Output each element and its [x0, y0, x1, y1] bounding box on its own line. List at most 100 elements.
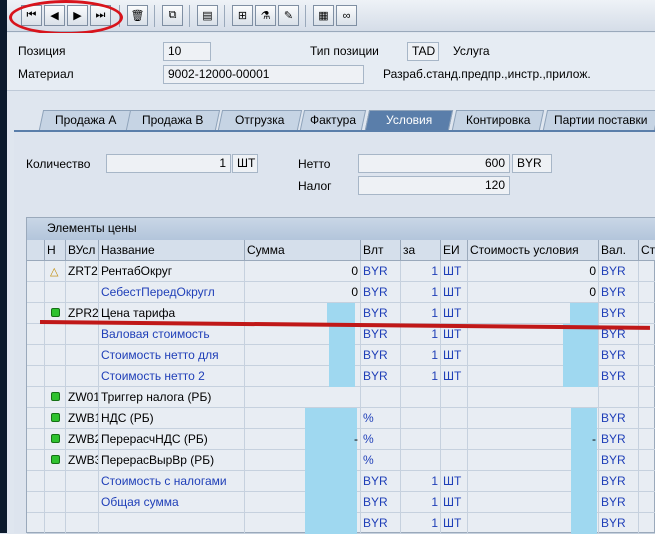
calculate-button[interactable]: ▦ [313, 5, 334, 26]
vcurr-cell: BYR [599, 261, 639, 282]
copy-button[interactable]: ⧉ [162, 5, 183, 26]
tab-label: Контировка [465, 113, 531, 127]
grid-title: Элементы цены [27, 218, 655, 240]
item-type-description: Услуга [453, 44, 490, 58]
column-header-amount[interactable]: Сумма [245, 240, 361, 261]
row-selector[interactable] [27, 366, 45, 387]
column-header-selector[interactable] [27, 240, 45, 261]
quantity-unit-field[interactable]: ШТ [232, 154, 258, 173]
hierarchy-button[interactable]: ⊞ [232, 5, 253, 26]
column-header-condition-value[interactable]: Стоимость условия [468, 240, 599, 261]
net-label: Нетто [298, 157, 331, 171]
window-left-edge [0, 0, 7, 533]
hierarchy-icon: ⊞ [237, 10, 248, 22]
row-selector[interactable] [27, 513, 45, 534]
uom-cell: ШТ [441, 492, 468, 513]
per-cell [401, 387, 441, 408]
uom-cell: ШТ [441, 282, 468, 303]
display-button[interactable]: ∞ [336, 5, 357, 26]
table-row[interactable]: △ ZRT2 РентабОкруг 0 BYR 1 ШТ 0 BYR [27, 261, 655, 282]
table-row[interactable]: Общая сумма BYR 1 ШТ BYR [27, 492, 655, 513]
curr-cell: BYR [361, 366, 401, 387]
code-cell [66, 282, 99, 303]
status-cell [45, 366, 66, 387]
column-header-value-currency[interactable]: Вал. [599, 240, 639, 261]
row-selector[interactable] [27, 429, 45, 450]
per-cell: 1 [401, 282, 441, 303]
status-cell [45, 429, 66, 450]
tab-shipping[interactable]: Отгрузка [217, 110, 303, 130]
status-cell-2 [639, 303, 655, 324]
per-cell: 1 [401, 366, 441, 387]
tab-billing[interactable]: Фактура [299, 110, 367, 130]
table-row[interactable]: ZWB2 ПерерасчНДС (РБ) -% - BYR [27, 429, 655, 450]
status-cell-2 [639, 429, 655, 450]
item-type-field[interactable]: TAD [407, 42, 439, 61]
tab-conditions[interactable]: Условия [364, 110, 454, 130]
column-header-status-2[interactable]: Ст [639, 240, 655, 261]
amount-cell [245, 450, 361, 471]
curr-cell: BYR [361, 261, 401, 282]
per-cell: 1 [401, 471, 441, 492]
vcurr-cell: BYR [599, 366, 639, 387]
tab-delivery-batches[interactable]: Партии поставки [542, 110, 655, 130]
status-cell-2 [639, 513, 655, 534]
table-row[interactable]: Стоимость нетто 2 BYR 1 ШТ BYR [27, 366, 655, 387]
table-row[interactable]: Стоимость нетто для BYR 1 ШТ BYR [27, 345, 655, 366]
quantity-field[interactable]: 1 [106, 154, 231, 173]
value-cell [468, 387, 599, 408]
toolbar-separator [224, 5, 225, 27]
column-header-currency[interactable]: Влт [361, 240, 401, 261]
table-row[interactable]: ZWB1 НДС (РБ)% BYR [27, 408, 655, 429]
table-row[interactable]: ZW01 Триггер налога (РБ) [27, 387, 655, 408]
item-type-label: Тип позиции [310, 44, 379, 58]
row-selector[interactable] [27, 471, 45, 492]
amount-cell: 0 [245, 282, 361, 303]
column-header-condition-type[interactable]: ВУсл [66, 240, 99, 261]
tab-account-assignment[interactable]: Контировка [451, 110, 545, 130]
row-selector[interactable] [27, 408, 45, 429]
code-cell [66, 513, 99, 534]
column-header-name[interactable]: Название [99, 240, 245, 261]
code-cell [66, 492, 99, 513]
row-selector[interactable] [27, 492, 45, 513]
position-field[interactable]: 10 [163, 42, 211, 61]
name-cell: Стоимость нетто для [99, 345, 245, 366]
name-cell: Валовая стоимость [99, 324, 245, 345]
row-selector[interactable] [27, 261, 45, 282]
table-row[interactable]: BYR 1 ШТ BYR [27, 513, 655, 534]
details-button[interactable]: ▤ [197, 5, 218, 26]
pricing-elements-grid: Элементы цены Н ВУсл Название Сумма Влт … [26, 217, 655, 534]
table-row[interactable]: ZWB3 ПерерасВырВр (РБ)% BYR [27, 450, 655, 471]
per-cell: 1 [401, 261, 441, 282]
row-selector[interactable] [27, 282, 45, 303]
column-header-per[interactable]: за [401, 240, 441, 261]
table-row[interactable]: Стоимость с налогами BYR 1 ШТ BYR [27, 471, 655, 492]
status-cell [45, 282, 66, 303]
row-selector[interactable] [27, 324, 45, 345]
row-selector[interactable] [27, 450, 45, 471]
status-cell [45, 387, 66, 408]
row-selector[interactable] [27, 345, 45, 366]
uom-cell: ШТ [441, 261, 468, 282]
code-cell [66, 324, 99, 345]
edit-note-button[interactable]: ✎ [278, 5, 299, 26]
code-cell [66, 366, 99, 387]
status-cell-2 [639, 261, 655, 282]
code-cell: ZRT2 [66, 261, 99, 282]
tab-sales-a[interactable]: Продажа А [38, 110, 134, 130]
material-field[interactable]: 9002-12000-00001 [163, 65, 364, 84]
tab-sales-b[interactable]: Продажа В [125, 110, 221, 130]
column-header-uom[interactable]: ЕИ [441, 240, 468, 261]
glasses-icon: ∞ [342, 9, 351, 22]
analysis-button[interactable]: ⚗ [255, 5, 276, 26]
position-label: Позиция [18, 44, 66, 58]
value-cell [468, 345, 599, 366]
name-cell: СебестПередОкругл [99, 282, 245, 303]
curr-cell: BYR [361, 513, 401, 534]
delete-button[interactable]: 🗑 [127, 5, 148, 26]
row-selector[interactable] [27, 387, 45, 408]
amount-cell [245, 303, 361, 324]
table-row[interactable]: СебестПередОкругл 0 BYR 1 ШТ 0 BYR [27, 282, 655, 303]
column-header-status[interactable]: Н [45, 240, 66, 261]
